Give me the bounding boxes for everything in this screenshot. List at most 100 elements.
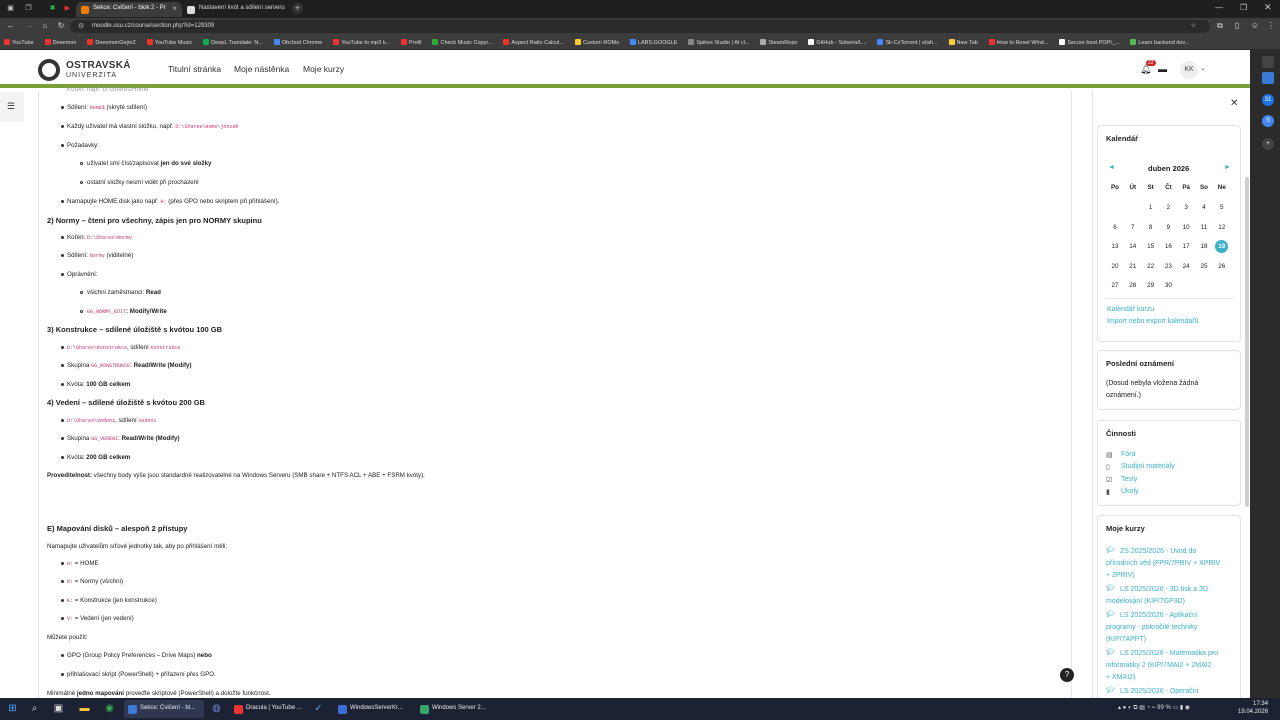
bookmark[interactable]: LABS.GOOGLE — [626, 35, 682, 49]
calendar-day[interactable]: 7 — [1125, 224, 1141, 231]
calendar-day[interactable]: 20 — [1107, 263, 1123, 270]
extensions-icon[interactable]: ⧉ — [1215, 21, 1225, 31]
calendar-day[interactable]: 21 — [1125, 263, 1141, 270]
profile-icon[interactable]: ☺ — [1250, 21, 1260, 31]
course-link[interactable]: ZS 2025/2026 - Úvod do přírodních věd (F… — [1106, 546, 1220, 582]
prev-month-icon[interactable]: ◄ — [1108, 164, 1115, 171]
calendar-day[interactable]: 17 — [1178, 243, 1194, 250]
close-tab-icon[interactable]: × — [172, 4, 177, 13]
search-icon[interactable]: ⌕ — [28, 702, 41, 715]
chat-icon[interactable]: ▬ — [1158, 64, 1167, 74]
calendar-day[interactable]: 10 — [1178, 224, 1194, 231]
vscode-icon[interactable]: ✓ — [312, 702, 325, 715]
avatar[interactable]: KK — [1180, 61, 1198, 79]
calendar-day[interactable]: 5 — [1214, 204, 1230, 211]
course-index-toggle[interactable]: ☰ — [0, 92, 24, 122]
calendar-day[interactable]: 13 — [1107, 243, 1123, 250]
clock[interactable]: 17:34 19.04.2026 — [1238, 700, 1268, 716]
taskbar-app-vm[interactable]: Windows Server 2... — [416, 700, 492, 718]
calendar-day[interactable]: 23 — [1160, 263, 1176, 270]
forward-icon[interactable]: → — [24, 21, 34, 31]
calendar-day[interactable]: 16 — [1160, 243, 1176, 250]
university-logo[interactable]: OSTRAVSKÁ UNIVERZITA — [38, 58, 138, 82]
calendar-day[interactable]: 4 — [1196, 204, 1212, 211]
chrome-icon[interactable]: ◉ — [103, 702, 116, 715]
calendar-day[interactable]: 28 — [1125, 282, 1141, 289]
course-calendar-link[interactable]: Kalendář kurzu — [1107, 306, 1154, 313]
bookmark[interactable]: New Tab — [945, 35, 983, 49]
next-month-icon[interactable]: ► — [1224, 164, 1231, 171]
calendar-day[interactable]: 15 — [1143, 243, 1159, 250]
nav-my-courses[interactable]: Moje kurzy — [303, 64, 344, 74]
reload-icon[interactable]: ↻ — [56, 21, 66, 31]
app-menu-icon[interactable]: ▣ — [6, 4, 15, 13]
calendar-day[interactable]: 1 — [1143, 204, 1159, 211]
extension-icon[interactable]: ✖ — [48, 4, 57, 13]
minimize-icon[interactable]: — — [1215, 3, 1223, 12]
activity-materials[interactable]: Studijní materiály — [1121, 463, 1175, 470]
bookmark[interactable]: GitHub - Soberia/L... — [804, 35, 871, 49]
add-panel-icon[interactable]: + — [1262, 138, 1274, 150]
calendar-day[interactable]: 24 — [1178, 263, 1194, 270]
taskbar-app-chrome[interactable]: Sekce: Cvičení - bl... — [124, 700, 204, 718]
bookmark[interactable]: Secure boot POPI_... — [1055, 35, 1124, 49]
home-icon[interactable]: ⌂ — [40, 21, 50, 31]
bookmark[interactable]: YouTube — [0, 35, 39, 49]
discord-icon[interactable]: ◍ — [210, 702, 223, 715]
activity-tests[interactable]: Testy — [1121, 476, 1137, 483]
bookmark[interactable]: Obchod Chrome — [270, 35, 327, 49]
calendar-day[interactable]: 30 — [1160, 282, 1176, 289]
calendar-day[interactable]: 27 — [1107, 282, 1123, 289]
chevron-down-icon[interactable]: ⌄ — [1200, 64, 1206, 72]
calendar-day[interactable]: 8 — [1143, 224, 1159, 231]
bookmark-star-icon[interactable]: ☆ — [1191, 22, 1196, 29]
url-input[interactable]: ⚙ moodle.osu.cz/course/section.php?id=12… — [70, 20, 1210, 33]
calendar-day[interactable]: 12 — [1214, 224, 1230, 231]
calendar-day[interactable]: 2 — [1160, 204, 1176, 211]
bookmark[interactable]: Learn backend dev... — [1126, 35, 1194, 49]
calendar-day[interactable]: 14 — [1125, 243, 1141, 250]
activity-forums[interactable]: Fóra — [1121, 451, 1135, 458]
site-info-icon[interactable]: ⚙ — [78, 22, 84, 30]
calendar-day[interactable]: 29 — [1143, 282, 1159, 289]
bookmark[interactable]: DeepL Translate: N... — [199, 35, 268, 49]
nav-home[interactable]: Titulní stránka — [168, 64, 221, 74]
calendar-day[interactable]: 25 — [1196, 263, 1212, 270]
sheets-app-icon[interactable]: S — [1262, 115, 1274, 127]
taskbar-app-vm[interactable]: WindowsServerKr... — [334, 700, 414, 718]
calendar-day[interactable]: 19 — [1215, 240, 1229, 254]
panel-top-icon[interactable] — [1262, 56, 1274, 68]
tab-nastaveni[interactable]: Nastavení kvót a sdílení serveru — [182, 2, 288, 17]
bookmark[interactable]: SteamRepo — [756, 35, 802, 49]
course-link[interactable]: LS 2025/2026 - Matematika pro informatik… — [1106, 648, 1218, 684]
back-icon[interactable]: ← — [6, 21, 16, 31]
tab-search-icon[interactable]: ❐ — [24, 4, 33, 13]
bookmark[interactable]: Spikes Studio | AI cl... — [684, 35, 754, 49]
taskbar-app-youtube[interactable]: Dracula | YouTube ... — [230, 700, 306, 718]
help-button[interactable]: ? — [1060, 668, 1074, 682]
bookmark[interactable]: Custom ROMs — [571, 35, 624, 49]
menu-icon[interactable]: ⋮ — [1266, 21, 1276, 31]
bookmark[interactable]: Check Music Copyr... — [428, 35, 497, 49]
drawer-scrollbar[interactable] — [1245, 177, 1249, 507]
bookmark[interactable]: YouTube Music — [143, 35, 198, 49]
file-explorer-icon[interactable]: ▬ — [78, 702, 91, 715]
close-drawer-icon[interactable]: ✕ — [1230, 98, 1238, 109]
calendar-app-icon[interactable]: 31 — [1262, 94, 1274, 106]
tab-sekce[interactable]: Sekce: Cvičení - blok 2 - Pr × — [76, 2, 182, 17]
terminal-icon[interactable]: ▣ — [52, 702, 65, 715]
course-link[interactable]: LS 2025/2026 - 3D tisk a 3D modelování (… — [1106, 584, 1208, 608]
calendar-day[interactable]: 11 — [1196, 224, 1212, 231]
close-window-icon[interactable]: ✕ — [1264, 2, 1272, 13]
bookmark[interactable]: YouTube to mp3 k... — [329, 35, 395, 49]
youtube-tab-icon[interactable]: ▶ — [63, 4, 72, 13]
calendar-day[interactable]: 26 — [1214, 263, 1230, 270]
import-export-link[interactable]: Import nebo export kalendářů — [1107, 318, 1198, 325]
maximize-icon[interactable]: ❐ — [1240, 3, 1247, 12]
calendar-day[interactable]: 18 — [1196, 243, 1212, 250]
course-link[interactable]: LS 2025/2026 - Operační — [1106, 686, 1199, 698]
windows-start-icon[interactable]: ⊞ — [6, 702, 19, 715]
new-tab-button[interactable]: + — [292, 3, 303, 14]
calendar-day[interactable]: 6 — [1107, 224, 1123, 231]
bookmark[interactable]: Profil — [397, 35, 427, 49]
